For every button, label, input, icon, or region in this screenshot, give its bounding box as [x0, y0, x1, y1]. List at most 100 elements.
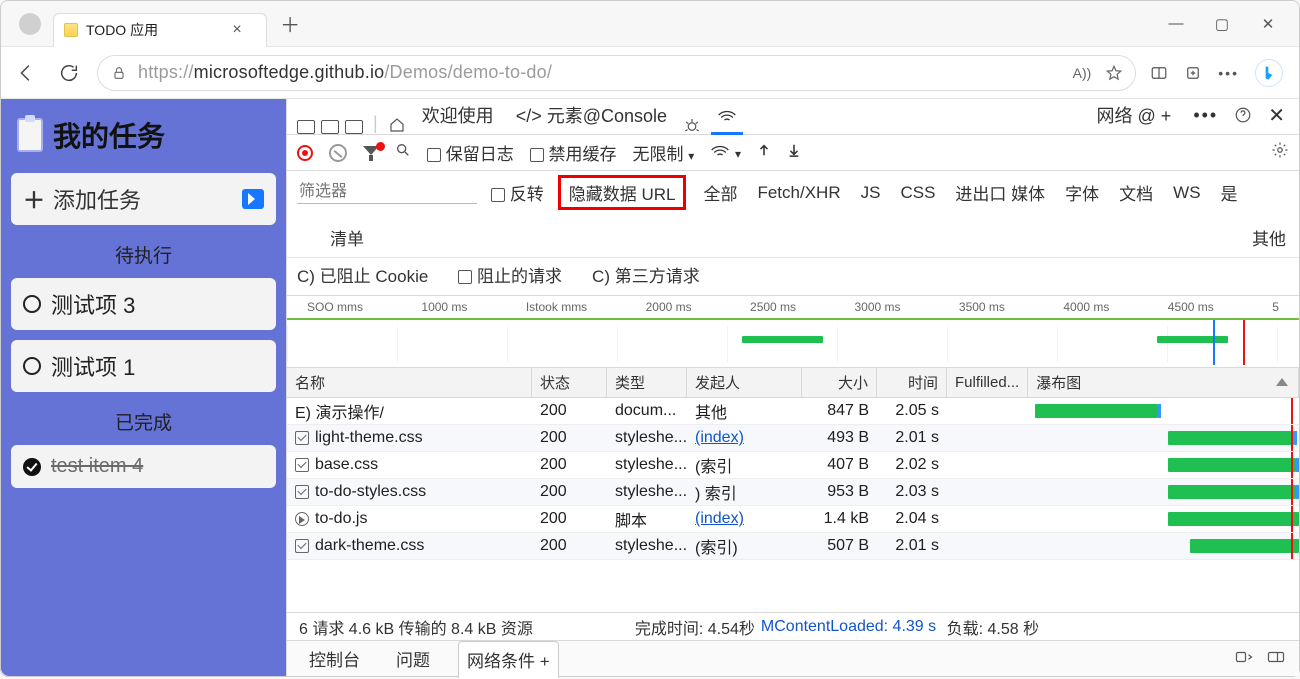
collections-icon[interactable] [1184, 64, 1202, 82]
col-status[interactable]: 状态 [532, 368, 607, 397]
split-screen-icon[interactable] [1150, 64, 1168, 82]
col-size[interactable]: 大小 [802, 368, 877, 397]
throttle-select[interactable]: 无限制 ▾ [632, 140, 694, 165]
close-window-icon[interactable]: ✕ [1259, 15, 1277, 33]
filter-other[interactable]: 其他 [1249, 224, 1289, 251]
drawer-network-conditions[interactable]: 网络条件 + [458, 641, 559, 679]
task-item[interactable]: 测试项 1 [11, 340, 276, 392]
cell-initiator[interactable]: (index) [687, 506, 802, 532]
filter-toggle-icon[interactable] [363, 146, 379, 160]
tab-close-icon[interactable]: × [226, 21, 248, 39]
tab-welcome[interactable]: 欢迎使用 [416, 96, 500, 134]
more-menu-icon[interactable]: ••• [1218, 65, 1239, 81]
upload-har-icon[interactable] [757, 142, 771, 163]
filter-type[interactable]: CSS [897, 182, 938, 204]
dock-controls [297, 120, 363, 134]
third-party-label[interactable]: C) 第三方请求 [592, 262, 700, 287]
overview-timeline[interactable]: SOO mms1000 ms Istook mms2000 ms 2500 ms… [287, 296, 1299, 368]
browser-tab[interactable]: TODO 应用 × [53, 13, 267, 47]
add-task-button[interactable]: ＋添加任务 [11, 173, 276, 225]
file-icon [295, 539, 309, 553]
read-aloud-icon[interactable]: A)) [1073, 65, 1092, 81]
record-icon[interactable] [297, 145, 313, 161]
lock-icon [110, 64, 128, 82]
preserve-log-checkbox[interactable]: 保留日志 [427, 140, 514, 165]
favorite-icon[interactable] [1105, 64, 1123, 82]
profile-avatar[interactable] [19, 13, 41, 35]
disable-cache-checkbox[interactable]: 禁用缓存 [530, 140, 617, 165]
cell-initiator[interactable]: (index) [687, 425, 802, 451]
col-fulfilled[interactable]: Fulfilled... [947, 368, 1028, 397]
network-row[interactable]: to-do-styles.css200styleshe...) 索引953 B2… [287, 479, 1299, 506]
hide-data-url-highlight[interactable]: 隐藏数据 URL [558, 175, 687, 210]
network-filter-row-2: C) 已阻止 Cookie 阻止的请求 C) 第三方请求 [287, 258, 1299, 296]
tab-network-icon[interactable] [711, 101, 743, 134]
checked-icon[interactable] [23, 458, 41, 476]
col-initiator[interactable]: 发起人 [687, 368, 802, 397]
cell-initiator[interactable]: 其他 [687, 398, 802, 424]
filter-input[interactable] [297, 182, 477, 204]
tab-favicon [64, 23, 78, 37]
new-tab-button[interactable]: ＋ [275, 9, 305, 39]
filter-type[interactable]: 进出口 媒体 [952, 179, 1048, 206]
devtools-close-icon[interactable]: ✕ [1268, 103, 1285, 128]
invert-checkbox[interactable]: 反转 [491, 180, 544, 205]
filter-type[interactable]: 是 [1218, 179, 1241, 206]
unchecked-icon[interactable] [23, 295, 41, 313]
col-time[interactable]: 时间 [877, 368, 947, 397]
network-row[interactable]: to-do.js200脚本(index)1.4 kB2.04 s [287, 506, 1299, 533]
drawer-console[interactable]: 控制台 [301, 641, 368, 676]
cell-initiator[interactable]: (索引) [687, 533, 802, 559]
drawer-expand-icon[interactable] [1235, 649, 1253, 669]
filter-type[interactable]: JS [858, 182, 884, 204]
task-item-done[interactable]: test item 4 [11, 445, 276, 488]
cell-initiator[interactable]: ) 索引 [687, 479, 802, 505]
filter-type[interactable]: 字体 [1062, 179, 1102, 206]
tab-elements[interactable]: </> 元素@Console [510, 96, 673, 134]
cell-initiator[interactable]: (索引 [687, 452, 802, 478]
blocked-requests-checkbox[interactable]: 阻止的请求 [458, 262, 562, 287]
clear-icon[interactable] [329, 144, 347, 162]
task-text: 测试项 1 [51, 350, 135, 382]
drawer-dock-icon[interactable] [1267, 649, 1285, 669]
download-har-icon[interactable] [787, 142, 801, 163]
filter-type[interactable]: 文档 [1116, 179, 1156, 206]
blocked-cookies-label[interactable]: C) 已阻止 Cookie [297, 262, 428, 287]
drawer-issues[interactable]: 问题 [388, 641, 438, 676]
settings-icon[interactable] [1271, 141, 1289, 164]
summary-load: 负载: 4.58 秒 [942, 615, 1039, 639]
file-icon [295, 431, 309, 445]
back-button[interactable] [13, 59, 41, 87]
col-name[interactable]: 名称 [287, 368, 532, 397]
filter-type[interactable]: Fetch/XHR [754, 182, 843, 204]
task-item[interactable]: 测试项 3 [11, 278, 276, 330]
filter-all[interactable]: 全部 [700, 179, 740, 206]
url-box[interactable]: https://microsoftedge.github.io/Demos/de… [97, 55, 1136, 91]
inspect-icon[interactable] [297, 120, 315, 134]
bug-icon[interactable] [683, 116, 701, 134]
network-conditions-icon[interactable]: ▾ [710, 142, 741, 163]
tab-network[interactable]: 网络 @ + [1091, 96, 1178, 134]
network-row[interactable]: base.css200styleshe...(索引407 B2.02 s [287, 452, 1299, 479]
filter-type[interactable]: WS [1170, 182, 1203, 204]
col-waterfall[interactable]: 瀑布图 [1028, 368, 1299, 397]
home-icon[interactable] [388, 116, 406, 134]
refresh-button[interactable] [55, 59, 83, 87]
more-tools-icon[interactable]: ••• [1193, 105, 1218, 126]
maximize-icon[interactable]: ▢ [1213, 15, 1231, 33]
filter-manifest[interactable]: 清单 [327, 224, 367, 251]
tab-title: TODO 应用 [86, 20, 158, 40]
bing-chat-icon[interactable] [1255, 59, 1283, 87]
device-icon[interactable] [321, 120, 339, 134]
submit-arrow-icon[interactable] [242, 189, 264, 209]
help-icon[interactable] [1234, 106, 1252, 124]
network-row[interactable]: dark-theme.css200styleshe...(索引)507 B2.0… [287, 533, 1299, 560]
search-icon[interactable] [395, 142, 411, 163]
network-row[interactable]: E) 演示操作/200docum...其他847 B2.05 s [287, 398, 1299, 425]
network-row[interactable]: light-theme.css200styleshe...(index)493 … [287, 425, 1299, 452]
minimize-icon[interactable]: — [1167, 15, 1185, 33]
dock-icon[interactable] [345, 120, 363, 134]
col-type[interactable]: 类型 [607, 368, 687, 397]
unchecked-icon[interactable] [23, 357, 41, 375]
pending-header: 待执行 [11, 235, 276, 268]
